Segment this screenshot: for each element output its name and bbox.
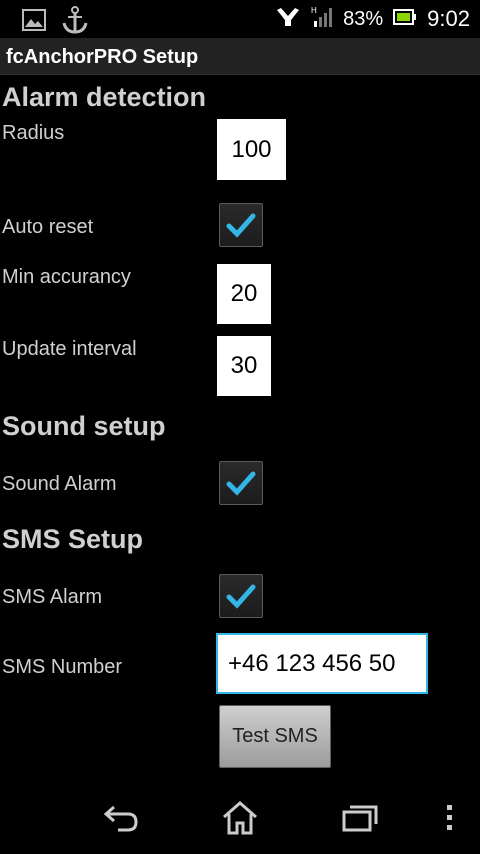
update-interval-label: Update interval: [2, 338, 137, 360]
battery-icon: [393, 8, 417, 31]
svg-text:H: H: [311, 6, 317, 15]
sound-setup-heading: Sound setup: [2, 411, 166, 441]
auto-reset-checkbox[interactable]: [219, 203, 263, 247]
radius-label: Radius: [2, 122, 65, 144]
checkmark-icon: [226, 584, 256, 609]
home-icon: [223, 801, 257, 835]
sms-number-label: SMS Number: [2, 656, 123, 678]
sms-alarm-label: SMS Alarm: [2, 586, 103, 608]
overflow-menu-icon: [447, 805, 452, 830]
navigation-bar: [0, 782, 480, 854]
alarm-detection-heading: Alarm detection: [2, 82, 207, 112]
home-button[interactable]: [216, 796, 264, 840]
checkmark-icon: [226, 213, 256, 238]
min-accuracy-input[interactable]: 20: [217, 264, 271, 324]
status-bar: H 83% 9:02: [0, 0, 480, 38]
overflow-menu-button[interactable]: [428, 796, 472, 840]
gallery-icon: [22, 9, 46, 36]
update-interval-input[interactable]: 30: [217, 336, 271, 396]
wifi-icon: [275, 6, 301, 33]
sms-alarm-checkbox[interactable]: [219, 574, 263, 618]
back-icon: [103, 805, 138, 832]
anchor-icon: [60, 6, 90, 39]
radius-input[interactable]: 100: [217, 119, 286, 180]
title-bar: fcAnchorPRO Setup: [0, 38, 480, 75]
back-button[interactable]: [96, 796, 144, 840]
auto-reset-label: Auto reset: [2, 216, 94, 238]
page-title: fcAnchorPRO Setup: [6, 46, 199, 68]
battery-percent: 83%: [343, 7, 384, 30]
test-sms-button[interactable]: Test SMS: [219, 705, 331, 768]
recent-apps-button[interactable]: [336, 796, 384, 840]
sound-alarm-checkbox[interactable]: [219, 461, 263, 505]
sms-setup-heading: SMS Setup: [2, 524, 144, 554]
sms-number-input[interactable]: +46 123 456 50: [216, 633, 428, 694]
signal-icon: H: [311, 5, 333, 34]
min-accuracy-label: Min accurancy: [2, 266, 131, 288]
recent-apps-icon: [342, 805, 378, 832]
checkmark-icon: [226, 471, 256, 496]
status-clock: 9:02: [427, 6, 470, 31]
sound-alarm-label: Sound Alarm: [2, 473, 117, 495]
